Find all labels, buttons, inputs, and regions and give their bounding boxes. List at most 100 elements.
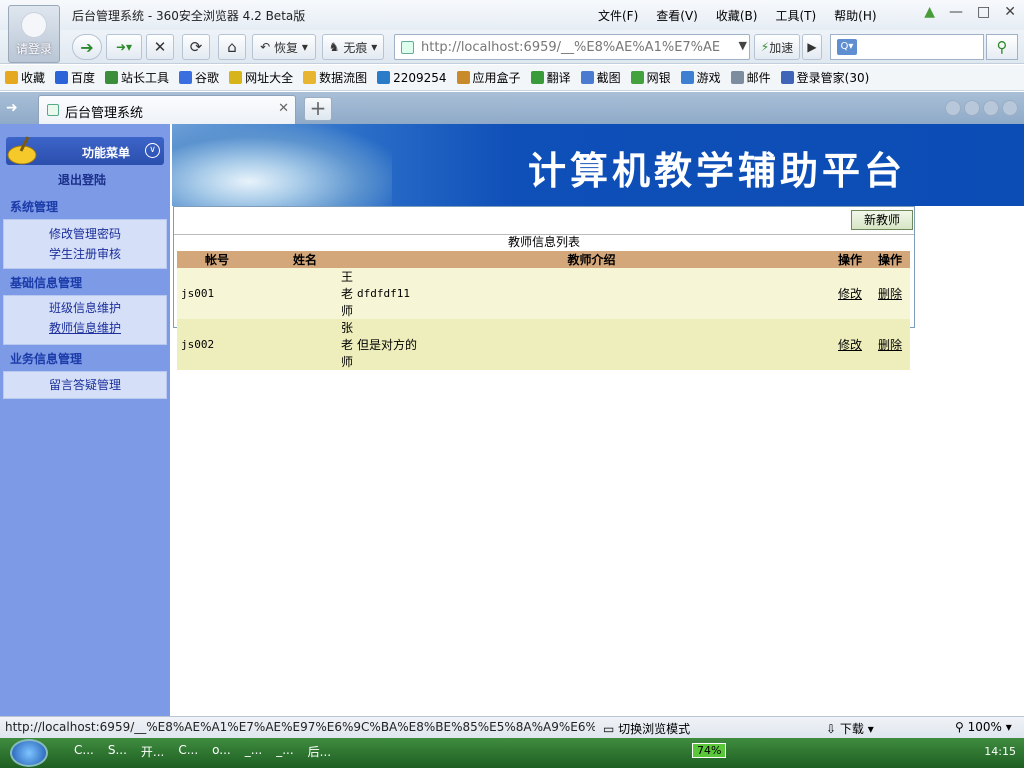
taskbar-item[interactable]: C...	[70, 743, 98, 760]
section-basic-info[interactable]: 基础信息管理	[10, 274, 82, 291]
search-input[interactable]: Q▾	[830, 34, 984, 60]
clock[interactable]: 14:15	[984, 745, 1016, 758]
stop-button[interactable]: ✕	[146, 34, 174, 60]
taskbar-item[interactable]: 开...	[137, 743, 168, 760]
column-account: 帐号	[177, 251, 257, 268]
address-bar[interactable]: http://localhost:6959/__%E8%AE%A1%E7%AE …	[394, 34, 750, 60]
bookmark-label: 2209254	[393, 70, 447, 85]
download-button[interactable]: ⇩ 下载 ▾	[826, 720, 874, 737]
tab-close-all-icon[interactable]	[1002, 100, 1018, 116]
bookmark-icon	[730, 71, 744, 84]
address-dropdown-icon[interactable]: ▼	[739, 39, 747, 52]
restore-button[interactable]: ↶ 恢复 ▾	[252, 34, 316, 60]
refresh-button[interactable]: ⟳	[182, 34, 210, 60]
bookmark-item[interactable]: 网银	[626, 68, 676, 88]
menu-box-system: 修改管理密码 学生注册审核	[3, 219, 167, 269]
start-button[interactable]	[10, 739, 48, 767]
menu-item-student-review[interactable]: 学生注册审核	[4, 244, 166, 264]
bookmark-icon	[55, 71, 69, 84]
bookmark-item[interactable]: 网址大全	[224, 68, 298, 88]
edit-link[interactable]: 修改	[838, 287, 862, 301]
bookmark-item[interactable]: 游戏	[676, 68, 726, 88]
accelerate-button[interactable]: ⚡ 加速	[754, 34, 800, 60]
incognito-button[interactable]: ♞ 无痕 ▾	[322, 34, 384, 60]
bookmark-item[interactable]: 邮件	[726, 68, 776, 88]
delete-link[interactable]: 删除	[878, 338, 902, 352]
bookmark-item[interactable]: 截图	[576, 68, 626, 88]
bookmark-item[interactable]: 登录管家(30)	[776, 68, 875, 88]
cell-name: 张老师	[257, 319, 354, 370]
logout-link[interactable]: 退出登陆	[58, 171, 106, 188]
bookmark-item[interactable]: 收藏	[0, 68, 50, 88]
go-arrow-button[interactable]: ▶	[802, 34, 822, 60]
maximize-icon[interactable]: □	[977, 4, 990, 20]
forward-button[interactable]: ➜▾	[106, 34, 142, 60]
back-button[interactable]: ➔	[72, 34, 102, 60]
zoom-icon: ⚲	[955, 720, 964, 734]
menu-view[interactable]: 查看(V)	[656, 7, 698, 24]
bookmark-item[interactable]: 翻译	[526, 68, 576, 88]
tab-list-icon[interactable]	[983, 100, 999, 116]
taskbar-item[interactable]: _...	[272, 743, 297, 760]
sidebar-toggle-icon[interactable]: ➜	[6, 100, 18, 116]
menu-tools[interactable]: 工具(T)	[775, 7, 816, 24]
bookmark-item[interactable]: 2209254	[372, 68, 451, 88]
taskbar-item[interactable]: S...	[104, 743, 131, 760]
taskbar-item[interactable]: 后...	[304, 743, 335, 760]
home-button[interactable]: ⌂	[218, 34, 246, 60]
zoom-control[interactable]: ⚲ 100% ▾	[955, 720, 1012, 734]
battery-indicator[interactable]: 74%	[692, 743, 727, 758]
table-row: js001 王老师 dfdfdf11 修改 删除	[177, 268, 910, 319]
bookmark-item[interactable]: 百度	[50, 68, 100, 88]
page-viewport: 功能菜单 ∨ 退出登陆 系统管理 修改管理密码 学生注册审核 基础信息管理 班级…	[0, 124, 1024, 716]
tab-scroll-right-icon[interactable]	[964, 100, 980, 116]
download-icon: ⇩	[826, 722, 837, 736]
bookmark-label: 网银	[646, 71, 671, 85]
bookmark-icon	[5, 71, 18, 84]
section-business-info[interactable]: 业务信息管理	[10, 350, 82, 367]
bookmark-item[interactable]: 数据流图	[298, 68, 372, 88]
bookmark-item[interactable]: 应用盒子	[452, 68, 526, 88]
search-engine-icon[interactable]: Q▾	[837, 39, 857, 55]
tab-admin[interactable]: 后台管理系统 ✕	[38, 95, 296, 124]
menu-item-change-password[interactable]: 修改管理密码	[4, 224, 166, 244]
bookmark-label: 数据流图	[319, 71, 368, 85]
bookmark-item[interactable]: 站长工具	[100, 68, 174, 88]
skin-icon[interactable]: ▲	[924, 4, 935, 20]
taskbar-item[interactable]: _...	[241, 743, 266, 760]
bookmark-label: 谷歌	[195, 71, 220, 85]
new-teacher-button[interactable]: 新教师	[851, 210, 913, 230]
column-intro: 教师介绍	[353, 251, 830, 268]
menu-item-class-info[interactable]: 班级信息维护	[4, 298, 166, 318]
menu-help[interactable]: 帮助(H)	[834, 7, 876, 24]
table-row: js002 张老师 但是对方的 修改 删除	[177, 319, 910, 370]
search-button[interactable]: ⚲	[986, 34, 1018, 60]
bookmark-icon	[105, 71, 119, 84]
new-tab-button[interactable]: +	[304, 97, 332, 121]
cell-name: 王老师	[257, 268, 354, 319]
menu-file[interactable]: 文件(F)	[598, 7, 638, 24]
bookmark-item[interactable]: 谷歌	[174, 68, 224, 88]
edit-link[interactable]: 修改	[838, 338, 862, 352]
section-system-management[interactable]: 系统管理	[10, 198, 58, 215]
tab-scroll-left-icon[interactable]	[945, 100, 961, 116]
tab-close-icon[interactable]: ✕	[278, 101, 289, 116]
accelerate-label: 加速	[769, 40, 794, 55]
bookmark-icon	[377, 71, 391, 84]
taskbar-item[interactable]: C...	[174, 743, 202, 760]
address-url: http://localhost:6959/__%E8%AE%A1%E7%AE	[421, 40, 721, 55]
bookmark-label: 站长工具	[121, 71, 170, 85]
bookmark-icon	[780, 71, 794, 84]
menu-box-business: 留言答疑管理	[3, 371, 167, 399]
minimize-icon[interactable]: —	[949, 4, 963, 20]
taskbar-item[interactable]: o...	[208, 743, 235, 760]
close-icon[interactable]: ✕	[1004, 4, 1016, 20]
menu-item-message-qa[interactable]: 留言答疑管理	[4, 375, 166, 395]
switch-mode-button[interactable]: ▭ 切换浏览模式	[603, 720, 690, 737]
login-avatar[interactable]: 请登录	[8, 5, 60, 63]
window-title: 后台管理系统 - 360安全浏览器 4.2 Beta版	[72, 9, 306, 23]
menu-favorites[interactable]: 收藏(B)	[716, 7, 758, 24]
menu-item-teacher-info[interactable]: 教师信息维护	[4, 318, 166, 338]
delete-link[interactable]: 删除	[878, 287, 902, 301]
collapse-chevron-icon[interactable]: ∨	[145, 143, 160, 158]
